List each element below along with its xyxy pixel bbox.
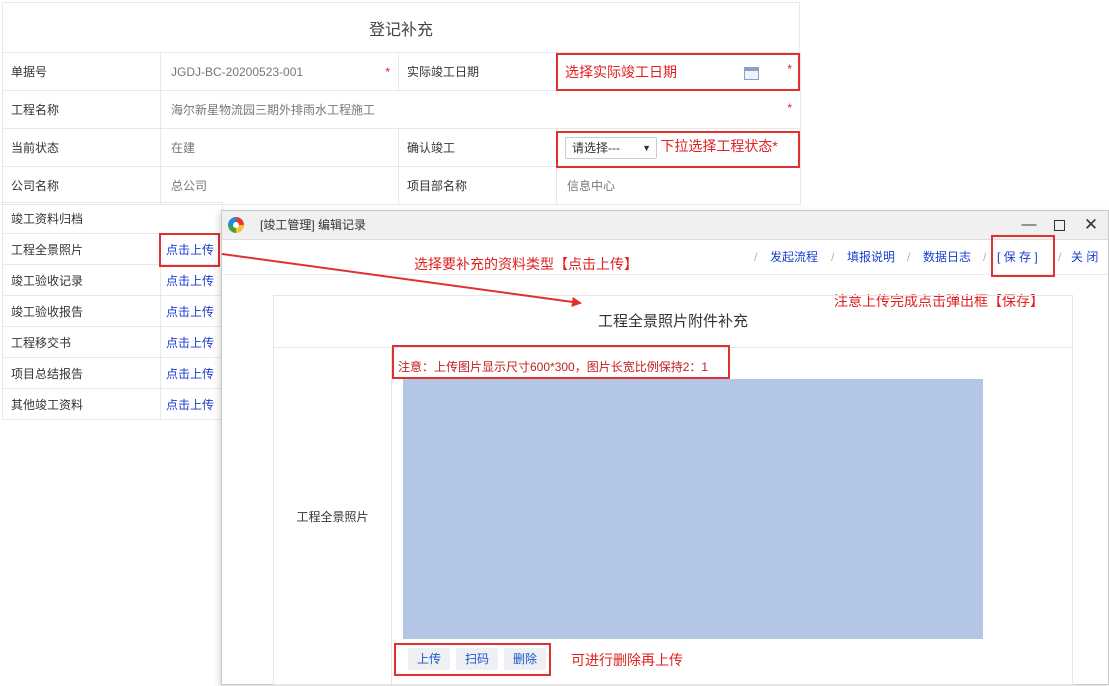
attachment-panel: 工程全景照片附件补充 工程全景照片 注意：上传图片显示尺寸600*300，图片长… [273,295,1073,686]
attachment-label: 竣工验收记录 [2,264,161,296]
archive-label: 竣工资料归档 [1,202,224,234]
upload-link[interactable]: 点击上传 [159,326,224,358]
confirm-select[interactable]: 请选择--- ▼ [565,136,657,159]
upload-link[interactable]: 点击上传 [159,388,224,420]
row-status: 当前状态 在建 确认竣工 请选择--- ▼ 下拉选择工程状态* [2,128,801,167]
dialog-titlebar[interactable]: [竣工管理] 编辑记录 — ✕ [222,211,1108,240]
close-icon[interactable]: ✕ [1076,211,1106,239]
actual-date-field[interactable]: 选择实际竣工日期 * [556,52,801,91]
doc-no-value: JGDJ-BC-20200523-001 * [160,52,399,91]
row-doc-no: 单据号 JGDJ-BC-20200523-001 * 实际竣工日期 选择实际竣工… [2,52,801,91]
upload-link[interactable]: 点击上传 [159,295,224,327]
required-mark: * [385,64,390,79]
upload-note: 注意：上传图片显示尺寸600*300，图片长宽比例保持2：1 [398,360,709,374]
list-item: 其他竣工资料 点击上传 [2,388,224,420]
save-button[interactable]: [ 保 存 ] [997,240,1038,274]
panel-title: 工程全景照片附件补充 [274,296,1072,348]
registration-form: 单据号 JGDJ-BC-20200523-001 * 实际竣工日期 选择实际竣工… [2,52,801,205]
project-name-text: 海尔新星物流园三期外排雨水工程施工 [171,103,376,117]
list-item: 工程全景照片 点击上传 [2,233,224,265]
panel-field-label: 工程全景照片 [274,347,392,686]
toolbar-separator: / [983,250,987,264]
list-item: 项目总结报告 点击上传 [2,357,224,389]
annotation-select-status: 下拉选择工程状态* [660,138,778,155]
scan-button[interactable]: 扫码 [456,648,499,670]
row-company: 公司名称 总公司 项目部名称 信息中心 [2,166,801,205]
status-value: 在建 [160,128,399,167]
required-mark: * [787,101,792,115]
fill-help-button[interactable]: 填报说明 [847,240,895,274]
edit-record-dialog: [竣工管理] 编辑记录 — ✕ / 发起流程 / 填报说明 / 数据日志 / [… [221,210,1109,686]
confirm-label: 确认竣工 [398,128,557,167]
actual-date-label: 实际竣工日期 [398,52,557,91]
attachment-label: 其他竣工资料 [2,388,161,420]
toolbar-separator: / [831,250,835,264]
dialog-title: [竣工管理] 编辑记录 [260,218,367,232]
attachment-label: 竣工验收报告 [2,295,161,327]
upload-link[interactable]: 点击上传 [159,233,224,265]
company-label: 公司名称 [2,166,161,205]
annotation-select-date: 选择实际竣工日期 [565,63,677,80]
form-title: 登记补充 [2,2,800,52]
row-archive: 竣工资料归档 [1,202,224,234]
upload-button[interactable]: 上传 [408,648,451,670]
annotation-choose-type: 选择要补充的资料类型【点击上传】 [414,256,638,272]
doc-no-label: 单据号 [2,52,161,91]
attachment-label: 工程全景照片 [2,233,161,265]
attachment-label: 项目总结报告 [2,357,161,389]
confirm-select-value: 请选择--- [572,140,620,155]
list-item: 竣工验收记录 点击上传 [2,264,224,296]
app-logo-icon [228,217,244,233]
start-flow-button[interactable]: 发起流程 [770,240,818,274]
upload-link[interactable]: 点击上传 [159,264,224,296]
confirm-field: 请选择--- ▼ 下拉选择工程状态* [556,128,801,167]
company-value: 总公司 [160,166,399,205]
list-item: 工程移交书 点击上传 [2,326,224,358]
photo-preview [403,379,983,639]
upload-link[interactable]: 点击上传 [159,357,224,389]
project-name-value: 海尔新星物流园三期外排雨水工程施工 * [160,90,801,129]
attachment-actions: 上传 扫码 删除 [408,648,547,670]
status-label: 当前状态 [2,128,161,167]
close-button[interactable]: 关 闭 [1071,240,1098,274]
dept-label: 项目部名称 [398,166,557,205]
toolbar-separator: / [1058,250,1062,264]
data-log-button[interactable]: 数据日志 [923,240,971,274]
toolbar-separator: / [907,250,911,264]
row-project-name: 工程名称 海尔新星物流园三期外排雨水工程施工 * [2,90,801,129]
dropdown-caret-icon: ▼ [642,142,651,153]
attachment-list: 竣工资料归档 工程全景照片 点击上传 竣工验收记录 点击上传 竣工验收报告 点击… [1,202,224,420]
delete-button[interactable]: 删除 [504,648,547,670]
project-name-label: 工程名称 [2,90,161,129]
toolbar-separator: / [754,250,758,264]
attachment-label: 工程移交书 [2,326,161,358]
list-item: 竣工验收报告 点击上传 [2,295,224,327]
required-mark: * [787,61,792,76]
maximize-icon[interactable] [1044,211,1074,239]
dialog-toolbar: / 发起流程 / 填报说明 / 数据日志 / [ 保 存 ] / 关 闭 [222,240,1108,275]
calendar-icon[interactable] [744,66,760,80]
doc-no-text: JGDJ-BC-20200523-001 [171,64,304,79]
minimize-icon[interactable]: — [1014,211,1044,239]
dept-value: 信息中心 [556,166,801,205]
annotation-delete-hint: 可进行删除再上传 [571,652,683,668]
